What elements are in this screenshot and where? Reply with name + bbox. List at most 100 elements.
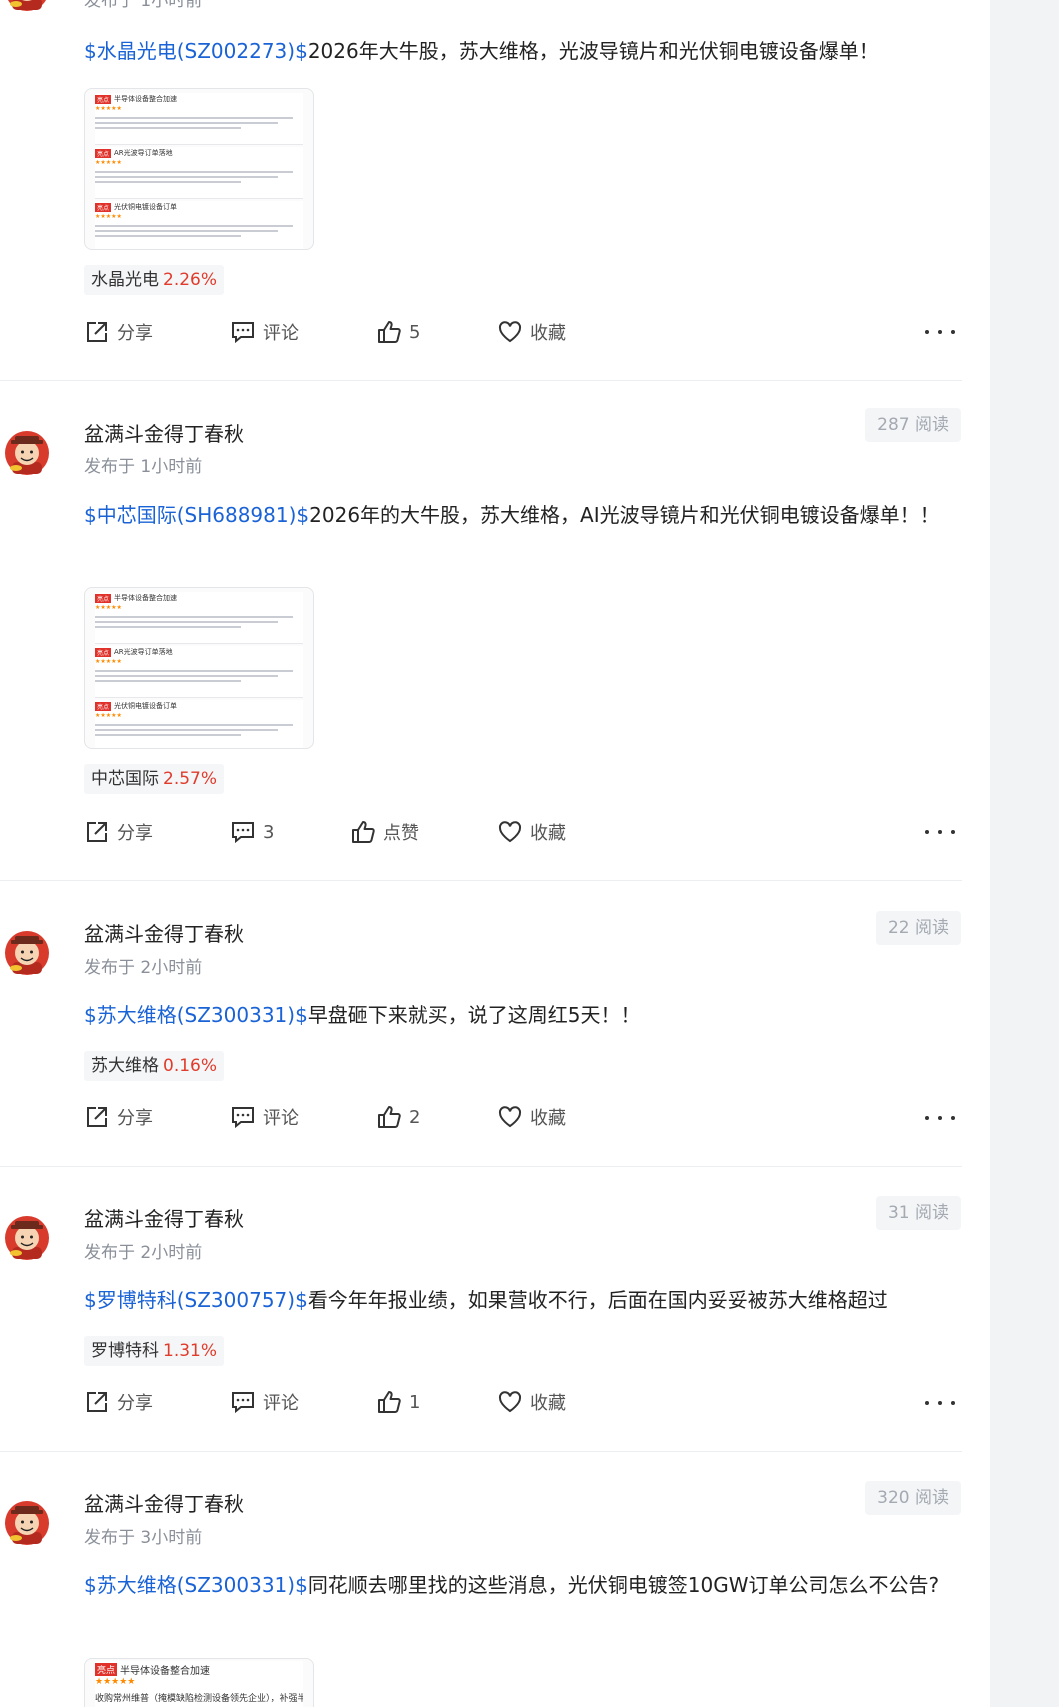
more-options-button[interactable] bbox=[925, 1108, 955, 1128]
comment-label: 评论 bbox=[263, 323, 299, 344]
post-content: $苏大维格(SZ300331)$早盘砸下来就买，说了这周红5天！！ bbox=[84, 998, 964, 1033]
author-name[interactable]: 盆满斗金得丁春秋 bbox=[84, 1203, 244, 1232]
stock-chip[interactable]: 中芯国际 2.57% bbox=[84, 764, 225, 794]
like-button[interactable]: 点赞 bbox=[350, 815, 419, 849]
thumbnail-badge: 亮点 bbox=[95, 1662, 118, 1676]
collect-label: 收藏 bbox=[530, 1108, 566, 1129]
thumbnail-stars: ★★★★★ bbox=[95, 658, 122, 665]
thumbnail-card: 亮点 半导体设备整合加速 ★★★★★ 收购常州维普（掩模缺陷检测设备领先企业），补强半 bbox=[95, 1661, 303, 1707]
share-button[interactable]: 分享 bbox=[84, 815, 153, 849]
thumbs-up-icon bbox=[378, 1391, 401, 1413]
thumbnail-card: 亮点 AR光波导订单落地 ★★★★★ bbox=[95, 147, 303, 199]
comment-label: 评论 bbox=[263, 1393, 299, 1414]
thumbnail-stars: ★★★★★ bbox=[95, 213, 122, 220]
comment-button[interactable]: 评论 bbox=[230, 315, 299, 349]
post-time: 发布于 3小时前 bbox=[84, 1528, 203, 1548]
post-text: 2026年的大牛股，苏大维格，AI光波导镜片和光伏铜电镀设备爆单！！ bbox=[309, 503, 940, 527]
stock-chip[interactable]: 水晶光电 2.26% bbox=[84, 265, 225, 295]
stock-chip-name: 中芯国际 bbox=[91, 769, 159, 789]
stock-chip-change: 0.16% bbox=[163, 1056, 218, 1076]
collect-button[interactable]: 收藏 bbox=[497, 1385, 566, 1419]
thumbnail-badge: 亮点 bbox=[95, 148, 112, 158]
stock-chip-change: 2.26% bbox=[163, 270, 218, 290]
stock-chip-name: 水晶光电 bbox=[91, 270, 159, 290]
thumbnail-badge: 亮点 bbox=[95, 647, 112, 657]
read-count-badge: 320 阅读 bbox=[865, 1481, 961, 1515]
share-button[interactable]: 分享 bbox=[84, 1100, 153, 1134]
divider bbox=[0, 1166, 962, 1167]
comment-button[interactable]: 评论 bbox=[230, 1100, 299, 1134]
collect-button[interactable]: 收藏 bbox=[497, 315, 566, 349]
collect-button[interactable]: 收藏 bbox=[497, 815, 566, 849]
stock-tag-link[interactable]: $苏大维格(SZ300331)$ bbox=[84, 1003, 308, 1027]
thumbs-up-icon bbox=[378, 321, 401, 343]
post-text: 早盘砸下来就买，说了这周红5天！！ bbox=[307, 1003, 641, 1027]
like-button[interactable]: 2 bbox=[376, 1100, 420, 1134]
read-count-badge: 22 阅读 bbox=[875, 911, 961, 945]
divider bbox=[0, 1451, 962, 1452]
share-icon bbox=[87, 1107, 107, 1127]
post-image-thumbnail[interactable]: 亮点 半导体设备整合加速 ★★★★★ 收购常州维普（掩模缺陷检测设备领先企业），补强半 bbox=[84, 1658, 314, 1707]
avatar[interactable] bbox=[2, 928, 52, 978]
more-options-button[interactable] bbox=[925, 322, 955, 342]
thumbnail-badge: 亮点 bbox=[95, 94, 112, 104]
thumbnail-card: 亮点 光伏铜电镀设备订单 ★★★★★ bbox=[95, 201, 303, 249]
thumbnail-title: AR光波导订单落地 bbox=[114, 149, 173, 157]
thumbnail-badge: 亮点 bbox=[95, 701, 112, 711]
divider bbox=[0, 380, 962, 381]
post-text: 看今年年报业绩，如果营收不行，后面在国内妥妥被苏大维格超过 bbox=[307, 1288, 888, 1312]
post-feed: 发布于 1小时前 $水晶光电(SZ002273)$2026年大牛股，苏大维格，光… bbox=[0, 0, 990, 1707]
thumbnail-title: 半导体设备整合加速 bbox=[120, 1665, 211, 1677]
post-content: $中芯国际(SH688981)$2026年的大牛股，苏大维格，AI光波导镜片和光… bbox=[84, 498, 964, 533]
like-button[interactable]: 1 bbox=[376, 1385, 420, 1419]
stock-tag-link[interactable]: $水晶光电(SZ002273)$ bbox=[84, 39, 308, 63]
comment-button[interactable]: 3 bbox=[230, 815, 274, 849]
thumbnail-stars: ★★★★★ bbox=[95, 159, 122, 166]
stock-tag-link[interactable]: $罗博特科(SZ300757)$ bbox=[84, 1288, 308, 1312]
stock-chip-name: 苏大维格 bbox=[91, 1056, 159, 1076]
stock-tag-link[interactable]: $中芯国际(SH688981)$ bbox=[84, 503, 309, 527]
comment-button[interactable]: 评论 bbox=[230, 1385, 299, 1419]
stock-tag-link[interactable]: $苏大维格(SZ300331)$ bbox=[84, 1573, 308, 1597]
more-options-button[interactable] bbox=[925, 822, 955, 842]
thumbs-up-icon bbox=[352, 821, 375, 843]
avatar[interactable] bbox=[2, 1213, 52, 1263]
thumbnail-stars: ★★★★★ bbox=[95, 1677, 136, 1687]
divider bbox=[0, 880, 962, 881]
thumbnail-title: 光伏铜电镀设备订单 bbox=[114, 203, 178, 211]
post-image-thumbnail[interactable]: 亮点 半导体设备整合加速 ★★★★★ 亮点 AR光波导订单落地 ★★★★★ 亮点 光伏铜电镀设… bbox=[84, 88, 314, 250]
comment-icon bbox=[232, 1107, 254, 1129]
stock-chip[interactable]: 苏大维格 0.16% bbox=[84, 1051, 225, 1081]
author-name[interactable]: 盆满斗金得丁春秋 bbox=[84, 918, 244, 947]
share-icon bbox=[87, 322, 107, 342]
avatar[interactable] bbox=[2, 1498, 52, 1548]
like-label: 5 bbox=[409, 321, 421, 343]
like-button[interactable]: 5 bbox=[376, 315, 420, 349]
post-image-thumbnail[interactable]: 亮点 半导体设备整合加速 ★★★★★ 亮点 AR光波导订单落地 ★★★★★ 亮点 光伏铜电镀设… bbox=[84, 587, 314, 749]
collect-label: 收藏 bbox=[530, 323, 566, 344]
share-button[interactable]: 分享 bbox=[84, 1385, 153, 1419]
comment-label: 3 bbox=[263, 821, 275, 843]
share-button[interactable]: 分享 bbox=[84, 315, 153, 349]
like-label: 2 bbox=[409, 1106, 421, 1128]
comment-label: 评论 bbox=[263, 1108, 299, 1129]
heart-icon bbox=[498, 821, 522, 843]
like-label: 1 bbox=[409, 1391, 421, 1413]
read-count-badge: 31 阅读 bbox=[875, 1196, 961, 1230]
post-content: $罗博特科(SZ300757)$看今年年报业绩，如果营收不行，后面在国内妥妥被苏… bbox=[84, 1283, 964, 1318]
more-options-button[interactable] bbox=[925, 1393, 955, 1413]
post-time: 发布于 1小时前 bbox=[84, 457, 203, 477]
author-name[interactable]: 盆满斗金得丁春秋 bbox=[84, 418, 244, 447]
avatar[interactable] bbox=[2, 428, 52, 478]
author-name[interactable]: 盆满斗金得丁春秋 bbox=[84, 1488, 244, 1517]
post-content: $苏大维格(SZ300331)$同花顺去哪里找的这些消息，光伏铜电镀签10GW订… bbox=[84, 1568, 964, 1603]
comment-icon bbox=[232, 822, 254, 844]
collect-button[interactable]: 收藏 bbox=[497, 1100, 566, 1134]
post-time: 发布于 2小时前 bbox=[84, 958, 203, 978]
thumbnail-card: 亮点 光伏铜电镀设备订单 ★★★★★ bbox=[95, 700, 303, 748]
thumbnail-badge: 亮点 bbox=[95, 202, 112, 212]
stock-chip-change: 1.31% bbox=[163, 1341, 218, 1361]
post-time: 发布于 1小时前 bbox=[84, 0, 203, 11]
stock-chip[interactable]: 罗博特科 1.31% bbox=[84, 1336, 225, 1366]
avatar[interactable] bbox=[2, 0, 52, 14]
